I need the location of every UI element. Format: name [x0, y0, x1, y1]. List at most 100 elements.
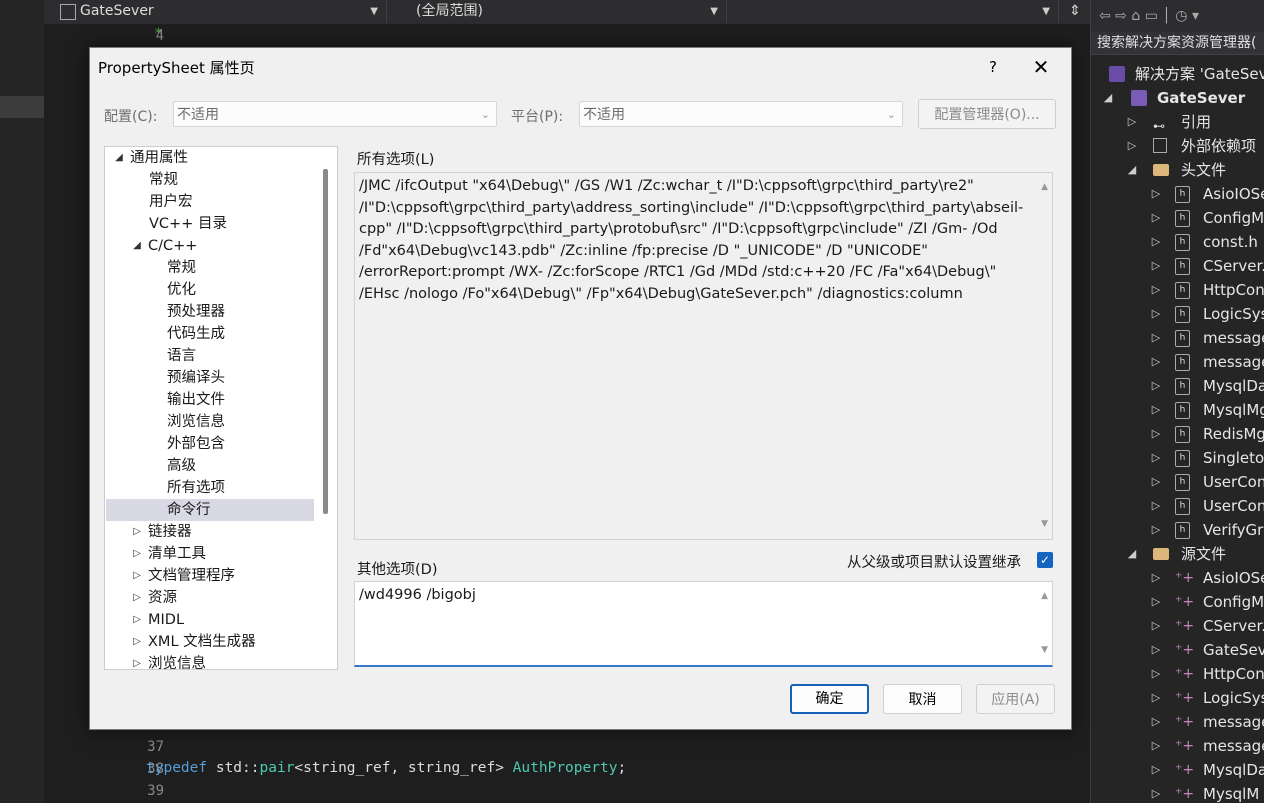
headers-folder-label: 头文件 — [1181, 161, 1227, 179]
tree-label: 用户宏 — [149, 194, 193, 210]
property-tree[interactable]: ◢ 通用属性 常规 用户宏 VC++ 目录 ◢ C/C++ 常规 优化 预处理器 代码生成 语言… — [104, 146, 338, 670]
tree-scrollbar[interactable] — [323, 169, 328, 514]
tree-label: 浏览信息 — [167, 414, 225, 430]
tree-label: 所有选项 — [167, 480, 225, 496]
inherit-checkbox[interactable]: ✓ — [1037, 552, 1053, 568]
collapsed-arrow-icon: ▷ — [1151, 307, 1161, 320]
type-name: pair — [259, 760, 295, 776]
template-args: <string_ref, string_ref> — [294, 760, 513, 776]
close-button[interactable]: ✕ — [1025, 54, 1057, 80]
other-options-input[interactable]: /wd4996 /bigobj ▲ ▼ — [354, 581, 1053, 667]
home-icon[interactable]: ⌂ — [1131, 8, 1140, 24]
expanded-arrow-icon: ◢ — [1103, 91, 1113, 104]
tree-label: 文档管理程序 — [148, 568, 235, 584]
tree-label: 预编译头 — [167, 370, 225, 386]
file-name: ConfigM — [1203, 593, 1264, 611]
tree-label: XML 文档生成器 — [148, 634, 256, 650]
header-file-icon: h — [1175, 426, 1190, 443]
file-name: GateSev — [1203, 641, 1264, 659]
ok-button[interactable]: 确定 — [790, 684, 869, 714]
collapsed-arrow-icon: ▷ — [1151, 235, 1161, 248]
tree-item[interactable]: 常规 — [167, 257, 196, 279]
member-dropdown[interactable]: ▼ — [728, 0, 1059, 23]
config-label: 配置(C): — [104, 109, 158, 125]
other-options-label: 其他选项(D) — [357, 562, 438, 578]
collapsed-arrow-icon: ▷ — [1151, 667, 1161, 680]
config-select[interactable]: 不适用 ⌄ — [173, 101, 497, 127]
file-name: message — [1203, 329, 1264, 347]
collapsed-arrow-icon: ▷ — [1127, 139, 1137, 152]
expanded-arrow-icon: ◢ — [133, 240, 141, 251]
header-file-icon: h — [1175, 210, 1190, 227]
tree-label: C/C++ — [148, 238, 198, 254]
tree-label: VC++ 目录 — [149, 216, 227, 232]
tree-item[interactable]: VC++ 目录 — [149, 213, 227, 235]
collapsed-arrow-icon: ▷ — [1151, 739, 1161, 752]
file-name: HttpCon — [1203, 665, 1264, 683]
tree-item[interactable]: 语言 — [167, 345, 196, 367]
project-dropdown[interactable]: GateSever ▼ — [54, 0, 387, 23]
tree-label: 命令行 — [167, 502, 211, 518]
cpp-file-icon: ⁺+ — [1175, 594, 1195, 610]
collapsed-arrow-icon: ▷ — [1151, 499, 1161, 512]
help-button[interactable]: ? — [978, 54, 1008, 80]
history-icon[interactable]: ◷ — [1175, 8, 1187, 24]
collapsed-arrow-icon: ▷ — [133, 526, 141, 537]
scroll-down-icon[interactable]: ▼ — [1041, 640, 1048, 662]
cpp-file-icon: ⁺+ — [1175, 786, 1195, 802]
scroll-up-icon[interactable]: ▲ — [1041, 177, 1048, 199]
tree-item[interactable]: 浏览信息 — [167, 411, 225, 433]
solution-search-input[interactable]: 搜索解决方案资源管理器( — [1091, 32, 1264, 55]
tree-label: 链接器 — [148, 524, 192, 540]
project-label: GateSever — [1157, 89, 1246, 107]
apply-button[interactable]: 应用(A) — [976, 684, 1055, 714]
file-name: message — [1203, 353, 1264, 371]
cpp-file-icon: ⁺+ — [1175, 666, 1195, 682]
tree-item[interactable]: 高级 — [167, 455, 196, 477]
tree-item[interactable]: 预处理器 — [167, 301, 225, 323]
config-manager-button[interactable]: 配置管理器(O)... — [918, 99, 1056, 129]
tree-label: 外部包含 — [167, 436, 225, 452]
cancel-button[interactable]: 取消 — [883, 684, 962, 714]
inherit-label: 从父级或项目默认设置继承 — [847, 555, 1021, 571]
tree-item-selected[interactable]: 命令行 — [106, 499, 314, 521]
expanded-arrow-icon: ◢ — [1127, 163, 1137, 176]
file-name: CServer. — [1203, 617, 1264, 635]
tree-item[interactable]: 代码生成 — [167, 323, 225, 345]
split-icon[interactable]: ⇕ — [1060, 0, 1090, 23]
line-number: 39 — [147, 783, 164, 799]
tree-item[interactable]: 常规 — [149, 169, 178, 191]
collapsed-arrow-icon: ▷ — [1151, 619, 1161, 632]
project-dropdown-label: GateSever — [80, 3, 154, 19]
tree-label: 资源 — [148, 590, 177, 606]
collapsed-arrow-icon: ▷ — [1151, 595, 1161, 608]
file-name: MysqlDa — [1203, 377, 1264, 395]
file-name: UserCon — [1203, 473, 1264, 491]
references-icon: ⊷ — [1153, 119, 1165, 133]
tree-item[interactable]: 所有选项 — [167, 477, 225, 499]
header-file-icon: h — [1175, 306, 1190, 323]
cpp-file-icon: ⁺+ — [1175, 618, 1195, 634]
header-file-icon: h — [1175, 282, 1190, 299]
scroll-down-icon[interactable]: ▼ — [1041, 514, 1048, 536]
collapsed-arrow-icon: ▷ — [1151, 211, 1161, 224]
dialog-title: PropertySheet 属性页 — [98, 59, 255, 77]
scope-dropdown[interactable]: (全局范围) ▼ — [404, 0, 727, 23]
tree-item[interactable]: 优化 — [167, 279, 196, 301]
platform-select[interactable]: 不适用 ⌄ — [579, 101, 903, 127]
tree-item[interactable]: 输出文件 — [167, 389, 225, 411]
solution-explorer: ⇦ ⇨ ⌂ ▭ │ ◷ ▾ 搜索解决方案资源管理器( 解决方案 'GateSev… — [1090, 0, 1264, 803]
header-file-icon: h — [1175, 522, 1190, 539]
all-options-textbox[interactable]: /JMC /ifcOutput "x64\Debug\" /GS /W1 /Zc… — [354, 172, 1053, 540]
collapsed-arrow-icon: ▷ — [1151, 643, 1161, 656]
tree-item[interactable]: 外部包含 — [167, 433, 225, 455]
tree-item[interactable]: 用户宏 — [149, 191, 193, 213]
tree-item[interactable]: 预编译头 — [167, 367, 225, 389]
file-name: MysqlM — [1203, 785, 1260, 803]
header-file-icon: h — [1175, 354, 1190, 371]
chevron-down-icon: ⌄ — [480, 108, 490, 121]
platform-value: 不适用 — [583, 107, 625, 123]
tree-label: 输出文件 — [167, 392, 225, 408]
file-name: VerifyGrp — [1203, 521, 1264, 539]
scroll-up-icon[interactable]: ▲ — [1041, 586, 1048, 608]
